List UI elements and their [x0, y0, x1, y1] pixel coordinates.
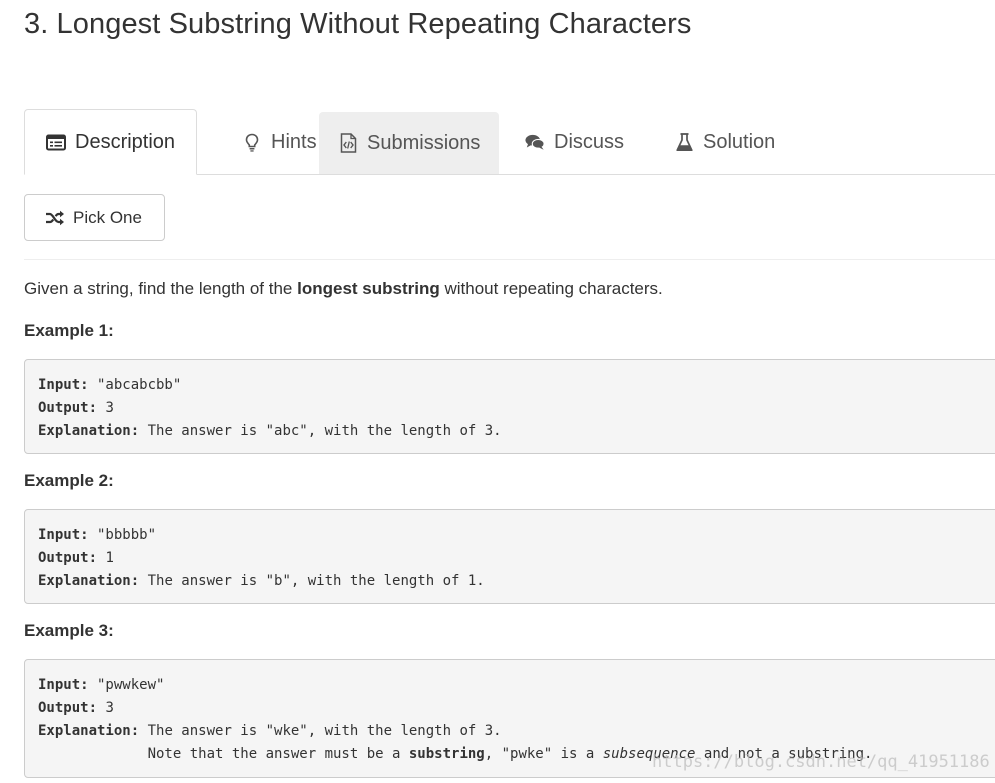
- code-file-icon: [338, 133, 358, 153]
- example-2-output-line: Output: 1: [38, 547, 995, 570]
- example-3-explanation-label: Explanation:: [38, 723, 140, 739]
- tab-submissions-label: Submissions: [367, 131, 481, 154]
- tab-hints-label: Hints: [271, 130, 317, 153]
- tab-solution[interactable]: Solution: [655, 109, 795, 175]
- example-2-explanation-line: Explanation: The answer is "b", with the…: [38, 570, 995, 593]
- description-text-start: Given a string, find the length of the: [24, 279, 298, 298]
- shuffle-icon: [45, 209, 65, 227]
- tab-solution-label: Solution: [703, 130, 776, 153]
- example-1-input-label: Input:: [38, 377, 89, 393]
- example-3-output-value: 3: [97, 700, 114, 716]
- example-2-explanation-label: Explanation:: [38, 573, 140, 589]
- pick-one-label: Pick One: [73, 207, 142, 227]
- example-1-input-line: Input: "abcabcbb": [38, 374, 995, 397]
- example-3-note-prefix: Note that the answer must be a: [38, 746, 409, 762]
- tab-discuss[interactable]: Discuss: [506, 109, 646, 175]
- example-2-explanation-value: The answer is "b", with the length of 1.: [139, 573, 485, 589]
- example-1-code-block: Input: "abcabcbb" Output: 3 Explanation:…: [24, 359, 995, 454]
- example-1-explanation-line: Explanation: The answer is "abc", with t…: [38, 420, 995, 443]
- problem-title: 3. Longest Substring Without Repeating C…: [24, 8, 692, 40]
- tab-submissions[interactable]: Submissions: [319, 112, 499, 174]
- example-1-output-value: 3: [97, 400, 114, 416]
- problem-description: Given a string, find the length of the l…: [24, 279, 663, 299]
- chat-bubbles-icon: [525, 132, 545, 152]
- description-text-end: without repeating characters.: [439, 279, 663, 298]
- example-2-output-label: Output:: [38, 550, 98, 566]
- problem-tabs: Description Hints Submissions Discuss So…: [24, 109, 995, 175]
- example-2-code-block: Input: "bbbbb" Output: 1 Explanation: Th…: [24, 509, 995, 604]
- example-1-input-value: "abcabcbb": [88, 377, 182, 393]
- example-3-input-line: Input: "pwwkew": [38, 674, 995, 697]
- example-1-output-label: Output:: [38, 400, 98, 416]
- example-1-heading: Example 1:: [24, 321, 114, 340]
- example-2-heading: Example 2:: [24, 471, 114, 490]
- example-2-input-label: Input:: [38, 527, 89, 543]
- example-3-input-label: Input:: [38, 677, 89, 693]
- example-1-explanation-value: The answer is "abc", with the length of …: [139, 423, 502, 439]
- example-3-input-value: "pwwkew": [88, 677, 165, 693]
- example-1-output-line: Output: 3: [38, 397, 995, 420]
- description-text-bold: longest substring: [297, 279, 440, 298]
- flask-icon: [674, 132, 694, 152]
- example-3-explanation-line: Explanation: The answer is "wke", with t…: [38, 720, 995, 743]
- tab-description[interactable]: Description: [24, 109, 197, 175]
- example-3-note-bold: substring: [408, 746, 485, 762]
- example-3-heading: Example 3:: [24, 621, 114, 640]
- example-3-output-line: Output: 3: [38, 697, 995, 720]
- example-2-output-value: 1: [97, 550, 114, 566]
- description-icon: [46, 132, 66, 152]
- example-2-input-line: Input: "bbbbb": [38, 524, 995, 547]
- example-2-input-value: "bbbbb": [88, 527, 157, 543]
- tab-discuss-label: Discuss: [554, 130, 625, 153]
- tab-description-label: Description: [75, 130, 176, 153]
- content-divider: [24, 259, 995, 260]
- lightbulb-icon: [242, 132, 262, 152]
- pick-one-button[interactable]: Pick One: [24, 194, 165, 241]
- example-3-output-label: Output:: [38, 700, 98, 716]
- example-1-explanation-label: Explanation:: [38, 423, 140, 439]
- example-3-explanation-value: The answer is "wke", with the length of …: [139, 723, 502, 739]
- watermark: https://blog.csdn.net/qq_41951186: [652, 752, 990, 772]
- example-3-note-mid: , "pwke" is a: [484, 746, 603, 762]
